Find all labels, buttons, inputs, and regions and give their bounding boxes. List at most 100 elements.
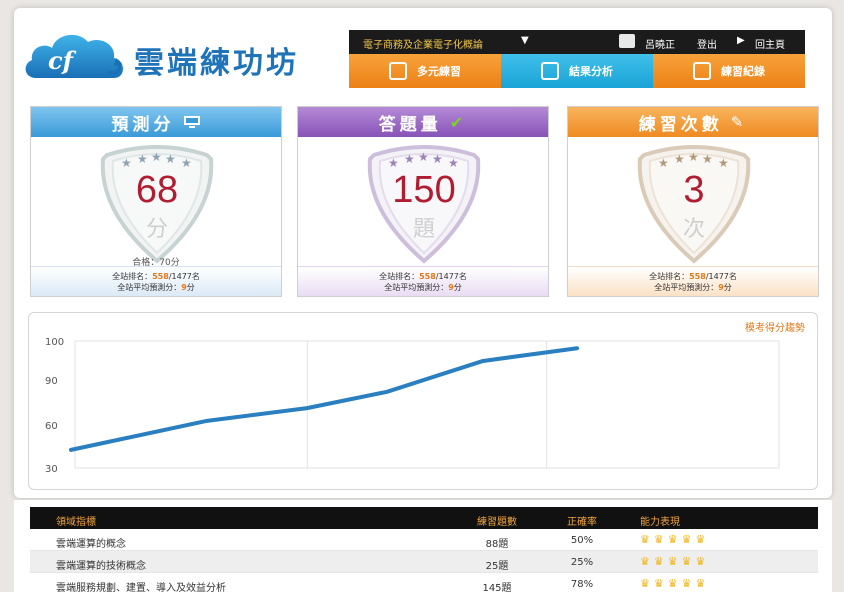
card-title: 答題量 [378, 114, 442, 135]
svg-text:★: ★ [121, 156, 132, 170]
site-average: 全站平均預測分：9分 [384, 283, 462, 292]
chart-canvas: 100 90 60 30 [45, 337, 780, 475]
data-point[interactable] [385, 390, 389, 394]
tab-records-label: 練習紀錄 [721, 65, 765, 78]
header-count: 練習題數 [477, 517, 517, 528]
tab-records[interactable]: 練習紀錄 [653, 54, 805, 88]
logo-letters: cf [48, 46, 73, 75]
row-rate: 50% [570, 535, 594, 546]
svg-text:★: ★ [448, 156, 459, 170]
data-point[interactable] [205, 419, 209, 423]
home-link[interactable]: 回主頁 [755, 36, 785, 51]
svg-text:★: ★ [418, 150, 429, 164]
crown-icon: ♛ [653, 533, 664, 546]
row-domain: 雲端運算的技術概念 [56, 561, 146, 572]
check-icon: ✔ [449, 112, 468, 132]
top-navigation: 電子商務及企業電子化概論 ▼ 呂曉正 登出 ▶ 回主頁 多元練習 結果分析 練習… [349, 30, 805, 88]
crown-icon: ♛ [640, 577, 650, 590]
crown-icon: ♛ [681, 533, 692, 546]
svg-text:★: ★ [404, 152, 415, 166]
user-card-icon [619, 34, 635, 48]
logout-link[interactable]: 登出 [697, 36, 717, 51]
data-point[interactable] [305, 406, 309, 410]
analysis-icon [541, 62, 559, 80]
tab-practice[interactable]: 多元練習 [349, 54, 501, 88]
plot-frame [74, 340, 780, 469]
crown-icon: ♛ [681, 555, 692, 568]
y-tick-label: 90 [45, 376, 58, 387]
crown-icon: ♛ [653, 577, 664, 590]
svg-text:★: ★ [181, 156, 192, 170]
score-trend-chart: 模考得分趨勢 100 90 60 30 [28, 312, 818, 490]
practice-count-card: 練習次數 ✎ ★ ★ ★ ★ ★ 3 次 全站排名：558/1477名 全站平均預測分：… [567, 106, 819, 297]
card-footer: 全站排名：558/1477名 全站平均預測分：9分 [31, 266, 281, 296]
crown-icon: ♛ [640, 555, 650, 568]
table-header: 領域指標 練習題數 正確率 能力表現 [30, 507, 818, 529]
crown-rating: ♛ ♛ ♛ ♛ ♛ [640, 533, 709, 546]
card-footer: 全站排名：558/1477名 全站平均預測分：9分 [568, 266, 818, 296]
tab-practice-label: 多元練習 [417, 65, 461, 78]
crown-icon: ♛ [695, 533, 706, 546]
card-title: 練習次數 [638, 114, 723, 135]
svg-text:★: ★ [674, 152, 685, 166]
home-arrow-icon: ▶ [737, 35, 745, 46]
svg-text:★: ★ [432, 152, 443, 166]
chevron-down-icon[interactable]: ▼ [521, 35, 529, 46]
crown-icon: ♛ [640, 533, 650, 546]
crown-icon: ♛ [695, 577, 706, 590]
crown-rating: ♛ ♛ ♛ ♛ ♛ [640, 577, 709, 590]
svg-text:★: ★ [151, 150, 162, 164]
y-tick-label: 100 [45, 337, 64, 348]
monitor-icon [183, 116, 200, 128]
row-domain: 雲端服務規劃、建置、導入及效益分析 [56, 583, 226, 592]
data-point[interactable] [575, 346, 579, 350]
shield-badge: ★ ★ ★ ★ ★ [100, 145, 214, 264]
predicted-score-card: 預測分 ★ ★ ★ ★ ★ 68 分 合格：70分 全站排名：558/1477名 全站平… [30, 106, 282, 297]
data-point[interactable] [481, 359, 485, 363]
cloud-logo-icon [25, 34, 124, 78]
crown-icon: ♛ [667, 555, 678, 568]
card-header: 練習次數 ✎ [568, 107, 818, 137]
site-rank: 全站排名：558/1477名 [379, 272, 467, 281]
user-name: 呂曉正 [645, 40, 675, 51]
tab-analysis-label: 結果分析 [569, 65, 613, 78]
table-row[interactable]: 雲端服務規劃、建置、導入及效益分析 145題 78% ♛ ♛ ♛ ♛ ♛ [30, 573, 818, 592]
site-average: 全站平均預測分：9分 [654, 283, 732, 292]
crown-icon: ♛ [681, 577, 692, 590]
header-ability: 能力表現 [640, 517, 680, 528]
nav-top-bar: 電子商務及企業電子化概論 ▼ 呂曉正 登出 ▶ 回主頁 [349, 30, 805, 54]
course-selector[interactable]: 電子商務及企業電子化概論 [363, 36, 483, 51]
crown-icon: ♛ [667, 577, 678, 590]
svg-text:★: ★ [702, 152, 713, 166]
row-rate: 25% [570, 557, 594, 568]
brand-logo[interactable]: cf 雲端練功坊 [22, 28, 342, 90]
table-row[interactable]: 雲端運算的概念 88題 50% ♛ ♛ ♛ ♛ ♛ [30, 529, 818, 551]
row-rate: 78% [570, 579, 594, 590]
shield-badge: ★ ★ ★ ★ ★ [367, 145, 481, 264]
crown-icon: ♛ [695, 555, 706, 568]
site-average: 全站平均預測分：9分 [117, 283, 195, 292]
tab-analysis[interactable]: 結果分析 [501, 54, 653, 88]
calendar-icon [389, 62, 407, 80]
svg-text:★: ★ [165, 152, 176, 166]
row-domain: 雲端運算的概念 [56, 539, 126, 550]
score-trend-line [69, 346, 579, 452]
pencil-icon: ✎ [730, 113, 748, 131]
y-tick-label: 60 [45, 421, 58, 432]
card-title: 預測分 [111, 114, 175, 135]
row-count: 25題 [485, 561, 509, 572]
edit-record-icon [693, 62, 711, 80]
crown-icon: ♛ [653, 555, 664, 568]
row-count: 88題 [485, 539, 509, 550]
crown-icon: ♛ [667, 533, 678, 546]
nav-tabs: 多元練習 結果分析 練習紀錄 [349, 54, 805, 88]
header-rate: 正確率 [567, 517, 597, 528]
card-header: 答題量 ✔ [298, 107, 548, 137]
header-domain: 領域指標 [56, 517, 96, 528]
svg-text:★: ★ [137, 152, 148, 166]
table-row[interactable]: 雲端運算的技術概念 25題 25% ♛ ♛ ♛ ♛ ♛ [30, 551, 818, 573]
site-rank: 全站排名：558/1477名 [649, 272, 737, 281]
card-footer: 全站排名：558/1477名 全站平均預測分：9分 [298, 266, 548, 296]
data-point[interactable] [69, 448, 73, 452]
y-tick-label: 30 [45, 464, 58, 475]
